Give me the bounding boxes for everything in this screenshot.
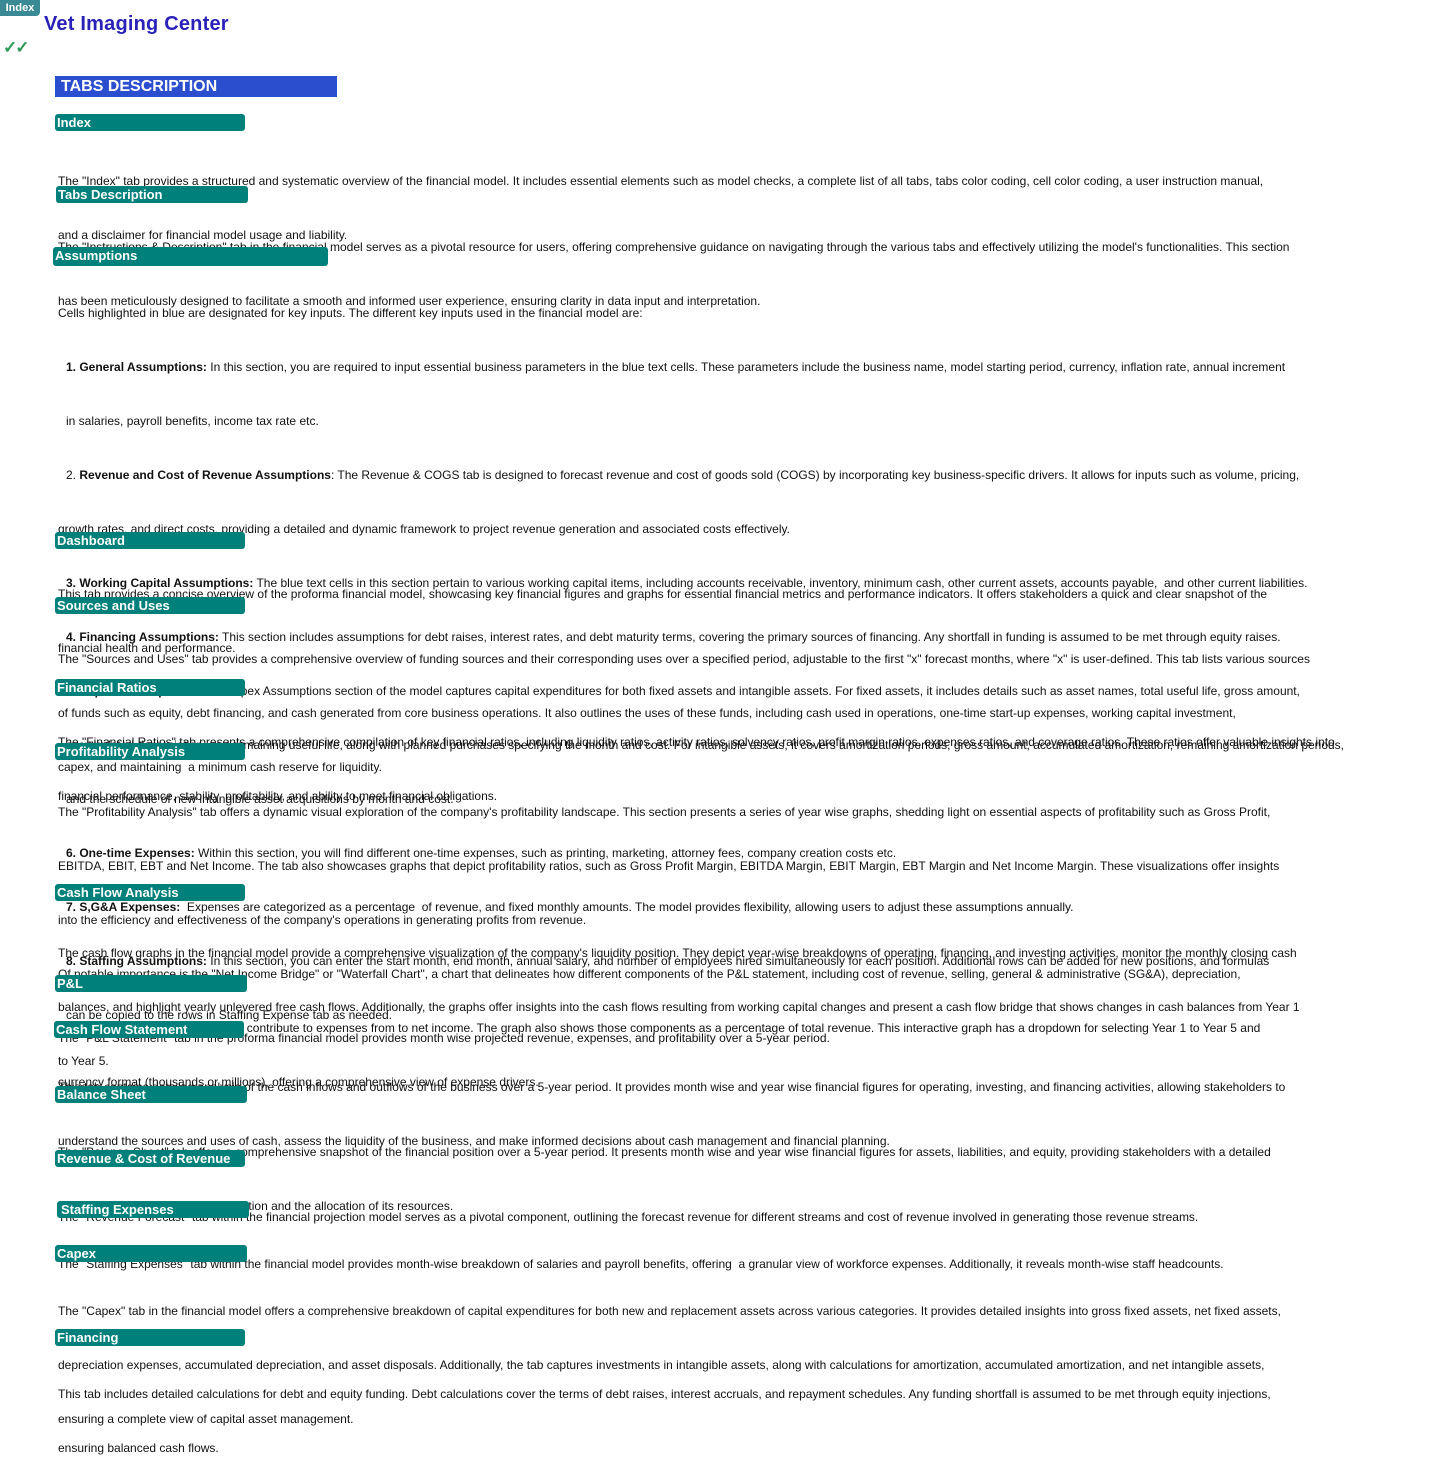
section-header-balance-sheet[interactable]: Balance Sheet <box>55 1086 247 1103</box>
app-title: Vet Imaging Center <box>44 13 229 35</box>
index-nav-button[interactable]: Index <box>0 0 40 16</box>
text-line: The "Profitability Analysis" tab offers … <box>58 805 1271 819</box>
section-header-dashboard[interactable]: Dashboard <box>55 532 245 549</box>
section-description-financing: This tab includes detailed calculations … <box>58 1349 1271 1475</box>
section-header-index[interactable]: Index <box>55 114 245 131</box>
section-header-assumptions[interactable]: Assumptions <box>53 247 328 266</box>
section-header-financing[interactable]: Financing <box>55 1329 245 1346</box>
assumption-item-1: 1. General Assumptions: In this section,… <box>58 358 1344 376</box>
text-line: EBITDA, EBIT, EBT and Net Income. The ta… <box>58 859 1280 873</box>
assumption-item-2: 2. Revenue and Cost of Revenue Assumptio… <box>58 466 1344 484</box>
text-line: Cells highlighted in blue are designated… <box>58 306 643 320</box>
section-header-staffing-expenses[interactable]: Staffing Expenses <box>57 1201 249 1218</box>
section-header-revenue-cost-of-revenue[interactable]: Revenue & Cost of Revenue <box>55 1150 245 1167</box>
text-line: The "Capex" tab in the financial model o… <box>58 1304 1281 1318</box>
check-icon: ✓✓ <box>3 38 29 57</box>
text-line: growth rates, and direct costs, providin… <box>58 522 790 536</box>
text-line: The "Sources and Uses" tab provides a co… <box>58 652 1310 666</box>
item-text: : The Revenue & COGS tab is designed to … <box>330 468 1300 482</box>
section-header-financial-ratios[interactable]: Financial Ratios <box>55 679 245 696</box>
item-text: In this section, you are required to inp… <box>206 360 1286 374</box>
page-title: TABS DESCRIPTION <box>55 76 337 97</box>
section-header-cash-flow-analysis[interactable]: Cash Flow Analysis <box>55 884 245 901</box>
text-line: in salaries, payroll benefits, income ta… <box>66 414 319 428</box>
text-line: This tab includes detailed calculations … <box>58 1387 1271 1401</box>
section-header-cash-flow-statement[interactable]: Cash Flow Statement <box>54 1021 244 1038</box>
item-number: 2. <box>66 468 80 482</box>
section-header-pl[interactable]: P&L <box>55 975 247 992</box>
item-label: Revenue and Cost of Revenue Assumptions <box>79 468 331 482</box>
section-header-tabs-description[interactable]: Tabs Description <box>56 186 248 203</box>
section-header-capex[interactable]: Capex <box>55 1245 247 1262</box>
section-header-profitability-analysis[interactable]: Profitability Analysis <box>55 743 245 760</box>
section-header-sources-and-uses[interactable]: Sources and Uses <box>55 597 245 614</box>
text-line: The "Financial Ratios" tab presents a co… <box>58 735 1335 749</box>
text-line: The cash flow graphs in the financial mo… <box>58 946 1297 960</box>
text-line: ensuring balanced cash flows. <box>58 1441 219 1455</box>
item-label: 1. General Assumptions: <box>66 360 207 374</box>
